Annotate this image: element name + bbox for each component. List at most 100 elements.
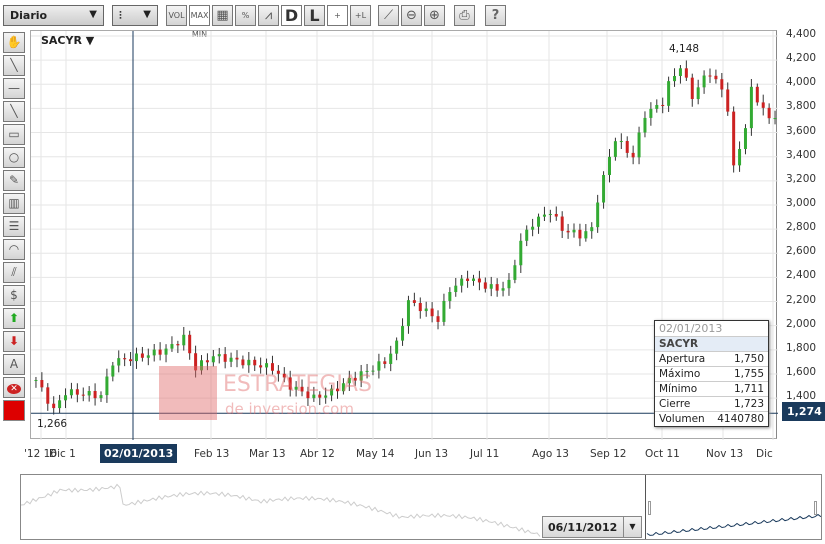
candle-body <box>401 326 405 341</box>
delete-tool[interactable]: ✕ <box>3 377 25 398</box>
volume-button[interactable]: VOL <box>166 5 187 26</box>
tooltip-row: Apertura 1,750 <box>655 351 768 366</box>
candle-body <box>188 334 192 354</box>
dollar-channel-tool[interactable]: $ <box>3 285 25 306</box>
fibonacci-lines-icon: ☰ <box>8 219 20 233</box>
candle-body <box>495 284 499 291</box>
area-icon: ⩘ <box>264 8 273 23</box>
min-label: 1,266 <box>37 418 68 430</box>
horizontal-line-tool[interactable]: — <box>3 78 25 99</box>
navigator-date: 06/11/2012 <box>548 521 618 534</box>
hand-icon: ✋ <box>6 35 22 49</box>
watermark-title: ESTRATEGIAS <box>223 372 372 397</box>
zoom-in-icon: ⊕ <box>429 8 440 23</box>
text-icon: A <box>9 357 19 371</box>
x-tick-label: Ago 13 <box>532 448 569 460</box>
tooltip-key: Máximo <box>659 368 701 380</box>
y-tick-label: 3,000 <box>786 196 817 209</box>
y-tick-label: 2,600 <box>786 245 817 258</box>
candle-body <box>773 118 777 120</box>
candle-body <box>176 344 180 346</box>
grid-button[interactable]: ▦ <box>212 5 233 26</box>
y-tick-label: 2,000 <box>786 317 817 330</box>
fibonacci-grid-tool[interactable]: ▥ <box>3 193 25 214</box>
candle-body <box>755 86 759 103</box>
crosshair-button[interactable]: + <box>327 5 348 26</box>
crosshair-l-button[interactable]: +L <box>350 5 371 26</box>
maxmin-button[interactable]: MAX MIN <box>189 5 210 39</box>
x-tick-label: Feb 13 <box>194 448 230 460</box>
candle-body <box>519 240 523 266</box>
chart-type-select[interactable]: ⫶ ▼ <box>112 5 158 26</box>
percent-button[interactable]: % <box>235 5 256 26</box>
candle-body <box>64 395 68 401</box>
candle-body <box>501 288 505 291</box>
candle-body <box>471 278 475 281</box>
l-button[interactable]: L <box>304 5 325 26</box>
dollar-channel-icon: $ <box>10 288 18 302</box>
candle-body <box>738 148 742 166</box>
zoom-out-button[interactable]: ⊖ <box>401 5 422 26</box>
chevron-down-icon: ▼ <box>623 517 641 537</box>
candle-body <box>253 359 257 366</box>
down-arrow-tool[interactable]: ⬇ <box>3 331 25 352</box>
tooltip-row: Mínimo 1,711 <box>655 381 768 396</box>
candle-body <box>377 361 381 371</box>
candle-body <box>123 358 127 360</box>
area-button[interactable]: ⩘ <box>258 5 279 26</box>
symbol-select[interactable]: SACYR ▼ <box>41 34 94 47</box>
up-arrow-tool[interactable]: ⬆ <box>3 308 25 329</box>
range-handle-left[interactable] <box>648 501 651 515</box>
candle-body <box>655 104 659 109</box>
circle-tool[interactable]: ○ <box>3 147 25 168</box>
period-select[interactable]: Diario ▼ <box>3 5 104 26</box>
x-tick-label: Abr 12 <box>300 448 335 460</box>
navigator-date-select[interactable]: 06/11/2012 ▼ <box>542 516 642 538</box>
candle-body <box>93 390 97 399</box>
candle-body <box>87 390 91 396</box>
text-tool[interactable]: A <box>3 354 25 375</box>
period-value: Diario <box>10 9 48 22</box>
print-button[interactable]: ⎙ <box>454 5 475 26</box>
candle-body <box>460 278 464 286</box>
fibonacci-lines-tool[interactable]: ☰ <box>3 216 25 237</box>
help-button[interactable]: ? <box>485 5 506 26</box>
channel-tool[interactable]: ⫽ <box>3 262 25 283</box>
d-button[interactable]: D <box>281 5 302 26</box>
arcs-tool[interactable]: ◠ <box>3 239 25 260</box>
range-handle-right[interactable] <box>814 501 817 515</box>
diagonal-tool[interactable]: ╲ <box>3 101 25 122</box>
tooltip-key: Cierre <box>659 398 691 410</box>
zoom-in-button[interactable]: ⊕ <box>424 5 445 26</box>
rectangle-tool[interactable]: ▭ <box>3 124 25 145</box>
draw-button[interactable]: ⟋ <box>378 5 399 26</box>
y-tick-label: 1,400 <box>786 390 817 403</box>
candle-body <box>170 344 174 349</box>
help-label: ? <box>491 8 500 23</box>
candle-body <box>637 132 641 158</box>
candle-body <box>235 357 239 360</box>
print-icon: ⎙ <box>459 8 470 23</box>
candle-body <box>477 278 481 283</box>
candle-body <box>631 152 635 158</box>
candle-body <box>158 349 162 355</box>
tooltip-row: Máximo 1,755 <box>655 366 768 381</box>
tooltip-key: Volumen <box>659 413 705 425</box>
channel-icon: ⫽ <box>11 265 17 279</box>
candle-body <box>229 357 233 362</box>
cursor-price-label: 1,274 <box>782 402 825 421</box>
candle-body <box>702 75 706 88</box>
navigator[interactable]: 06/11/2012 ▼ <box>20 474 822 540</box>
candle-body <box>75 389 79 395</box>
candle-body <box>678 68 682 76</box>
line-tool[interactable]: ╲ <box>3 55 25 76</box>
candle-body <box>513 265 517 280</box>
tooltip-value: 1,755 <box>733 368 764 380</box>
tooltip-value: 1,723 <box>733 398 764 410</box>
pencil-tool[interactable]: ✎ <box>3 170 25 191</box>
y-tick-label: 3,200 <box>786 172 817 185</box>
candle-body <box>566 230 570 233</box>
color-tool[interactable] <box>3 400 25 421</box>
hand-tool[interactable]: ✋ <box>3 32 25 53</box>
candle-body <box>418 302 422 312</box>
